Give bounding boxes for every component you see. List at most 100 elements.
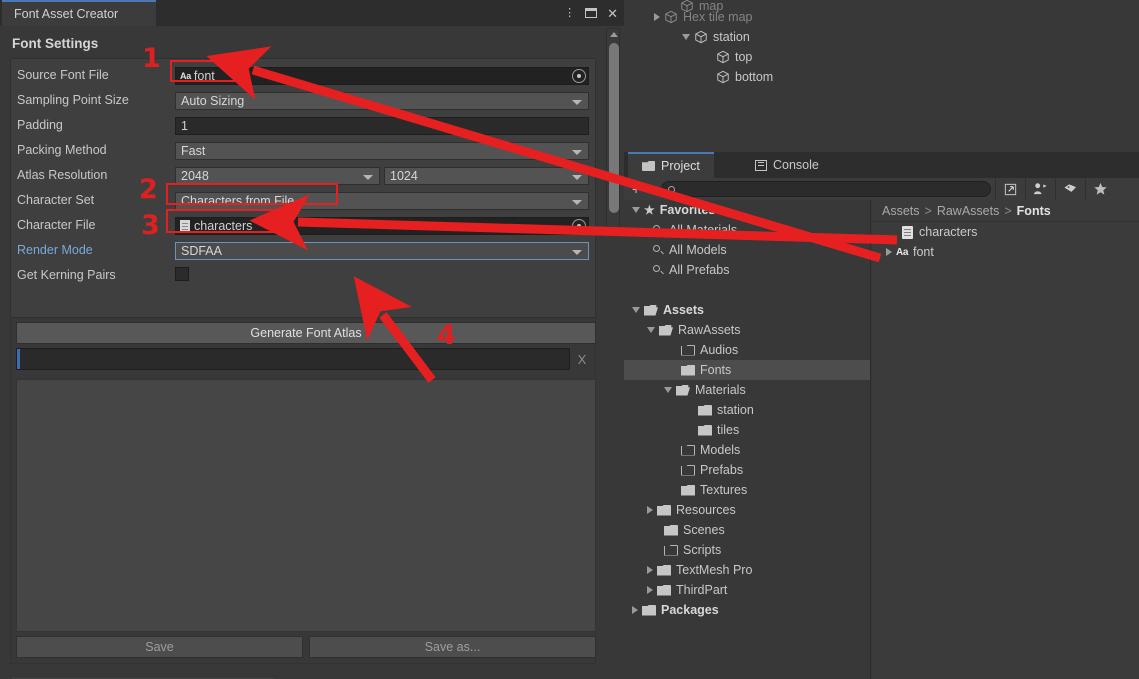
avatar-filter-icon[interactable] bbox=[1025, 178, 1055, 200]
row-atlas-resolution: Atlas Resolution 2048 1024 bbox=[11, 165, 595, 186]
folder-open-icon bbox=[676, 384, 690, 396]
font-settings-heading: Font Settings bbox=[12, 36, 99, 51]
project-browser: ★ Favorites All Materials All Models All… bbox=[624, 200, 1139, 679]
asset-item-characters[interactable]: characters bbox=[872, 222, 1139, 242]
right-panels: map Hex tile map station top bottom Proj… bbox=[624, 0, 1139, 679]
tree-item-assets[interactable]: Assets bbox=[624, 300, 870, 320]
source-font-file-objectfield[interactable]: Aa font bbox=[175, 66, 589, 85]
open-in-new-icon[interactable] bbox=[995, 178, 1025, 200]
star-icon: ★ bbox=[644, 203, 655, 217]
chevron-down-icon[interactable] bbox=[632, 307, 640, 313]
tree-item-label: Resources bbox=[676, 503, 736, 517]
tree-item-all-materials[interactable]: All Materials bbox=[624, 220, 870, 240]
tree-item-favorites[interactable]: ★ Favorites bbox=[624, 200, 870, 220]
tree-item-rawassets[interactable]: RawAssets bbox=[624, 320, 870, 340]
tree-item-textmesh-pro[interactable]: TextMesh Pro bbox=[624, 560, 870, 580]
breadcrumb-fonts[interactable]: Fonts bbox=[1017, 204, 1051, 218]
object-picker-icon[interactable] bbox=[572, 218, 586, 233]
character-set-dropdown[interactable]: Characters from File bbox=[175, 191, 589, 210]
folder-open-icon bbox=[659, 324, 673, 336]
clear-button[interactable]: X bbox=[570, 348, 594, 370]
padding-input[interactable]: 1 bbox=[175, 116, 589, 135]
tree-item-label: Audios bbox=[700, 343, 739, 357]
maximize-icon[interactable] bbox=[585, 8, 598, 18]
hierarchy-item-station[interactable]: station bbox=[682, 27, 750, 47]
tree-item-scripts[interactable]: Scripts bbox=[624, 540, 870, 560]
project-search-box[interactable] bbox=[661, 181, 992, 197]
breadcrumb-assets[interactable]: Assets bbox=[882, 204, 920, 218]
scroll-up-icon[interactable] bbox=[610, 32, 618, 37]
character-file-objectfield[interactable]: characters bbox=[175, 216, 589, 235]
gameobject-cube-icon bbox=[694, 30, 708, 44]
save-button[interactable]: Save bbox=[16, 636, 303, 658]
breadcrumb-rawassets[interactable]: RawAssets bbox=[937, 204, 1000, 218]
label-packing-method: Packing Method bbox=[17, 143, 107, 157]
close-icon[interactable]: ✕ bbox=[607, 7, 618, 20]
tab-project[interactable]: Project bbox=[628, 152, 714, 178]
chevron-right-icon[interactable] bbox=[886, 248, 892, 256]
chevron-right-icon[interactable] bbox=[647, 566, 653, 574]
tab-console[interactable]: Console bbox=[741, 152, 833, 178]
row-packing-method: Packing Method Fast bbox=[11, 140, 595, 161]
generation-progress-bar bbox=[16, 348, 570, 370]
folder-empty-icon bbox=[664, 544, 678, 556]
tree-item-all-prefabs[interactable]: All Prefabs bbox=[624, 260, 870, 280]
favorite-filter-icon[interactable] bbox=[1085, 178, 1115, 200]
atlas-height-dropdown[interactable]: 1024 bbox=[384, 166, 589, 185]
chevron-down-icon[interactable] bbox=[647, 327, 655, 333]
atlas-width-dropdown[interactable]: 2048 bbox=[175, 166, 380, 185]
chevron-down-icon[interactable] bbox=[664, 387, 672, 393]
chevron-right-icon[interactable] bbox=[647, 586, 653, 594]
asset-list-pane: Assets > RawAssets > Fonts characters Aa… bbox=[872, 200, 1139, 679]
tree-item-prefabs[interactable]: Prefabs bbox=[624, 460, 870, 480]
chevron-right-icon[interactable] bbox=[654, 13, 660, 21]
tree-item-all-models[interactable]: All Models bbox=[624, 240, 870, 260]
scrollbar-thumb[interactable] bbox=[609, 43, 619, 213]
create-asset-button[interactable]: + bbox=[632, 182, 652, 196]
tree-item-station[interactable]: station bbox=[624, 400, 870, 420]
object-picker-icon[interactable] bbox=[572, 68, 586, 83]
tree-item-label: Prefabs bbox=[700, 463, 744, 477]
tree-item-thirdpart[interactable]: ThirdPart bbox=[624, 580, 870, 600]
tree-item-audios[interactable]: Audios bbox=[624, 340, 870, 360]
tree-item-label: Favorites bbox=[659, 203, 716, 217]
tree-item-textures[interactable]: Textures bbox=[624, 480, 870, 500]
chevron-down-icon[interactable] bbox=[682, 34, 690, 40]
hierarchy-item-hex-tile-map[interactable]: Hex tile map bbox=[654, 7, 752, 27]
tree-item-scenes[interactable]: Scenes bbox=[624, 520, 870, 540]
chevron-right-icon[interactable] bbox=[632, 606, 638, 614]
label-filter-icon[interactable] bbox=[1055, 178, 1085, 200]
tree-item-packages[interactable]: Packages bbox=[624, 600, 870, 620]
hierarchy-item-top[interactable]: top bbox=[716, 47, 752, 67]
breadcrumb-separator: > bbox=[1004, 203, 1012, 218]
folder-empty-icon bbox=[681, 464, 695, 476]
atlas-height-value: 1024 bbox=[390, 168, 418, 183]
search-icon bbox=[652, 224, 664, 236]
tree-item-label: ThirdPart bbox=[676, 583, 728, 597]
kebab-menu-icon[interactable]: ⋮ bbox=[564, 7, 575, 19]
generate-font-atlas-button[interactable]: Generate Font Atlas bbox=[16, 322, 596, 344]
progress-row: X bbox=[16, 348, 596, 370]
tree-item-materials[interactable]: Materials bbox=[624, 380, 870, 400]
gameobject-cube-icon bbox=[664, 10, 678, 24]
tree-item-resources[interactable]: Resources bbox=[624, 500, 870, 520]
asset-item-font[interactable]: Aa font bbox=[872, 242, 1139, 262]
search-input[interactable] bbox=[679, 183, 970, 195]
tree-item-fonts[interactable]: Fonts bbox=[624, 360, 870, 380]
font-asset-creator-scrollbar[interactable] bbox=[606, 28, 620, 228]
packing-method-dropdown[interactable]: Fast bbox=[175, 141, 589, 160]
folder-open-icon bbox=[644, 304, 658, 316]
get-kerning-pairs-checkbox[interactable] bbox=[175, 266, 189, 281]
save-as-button[interactable]: Save as... bbox=[309, 636, 596, 658]
tab-font-asset-creator[interactable]: Font Asset Creator bbox=[2, 0, 156, 26]
render-mode-dropdown[interactable]: SDFAA bbox=[175, 241, 589, 260]
sampling-point-size-dropdown[interactable]: Auto Sizing bbox=[175, 91, 589, 110]
tree-item-models[interactable]: Models bbox=[624, 440, 870, 460]
row-source-font-file: Source Font File Aa font bbox=[11, 65, 595, 86]
hierarchy-item-bottom[interactable]: bottom bbox=[716, 67, 773, 87]
hierarchy-item-label: top bbox=[735, 50, 753, 64]
chevron-down-icon[interactable] bbox=[632, 207, 640, 213]
gameobject-cube-icon bbox=[716, 50, 730, 64]
tree-item-tiles[interactable]: tiles bbox=[624, 420, 870, 440]
chevron-right-icon[interactable] bbox=[647, 506, 653, 514]
